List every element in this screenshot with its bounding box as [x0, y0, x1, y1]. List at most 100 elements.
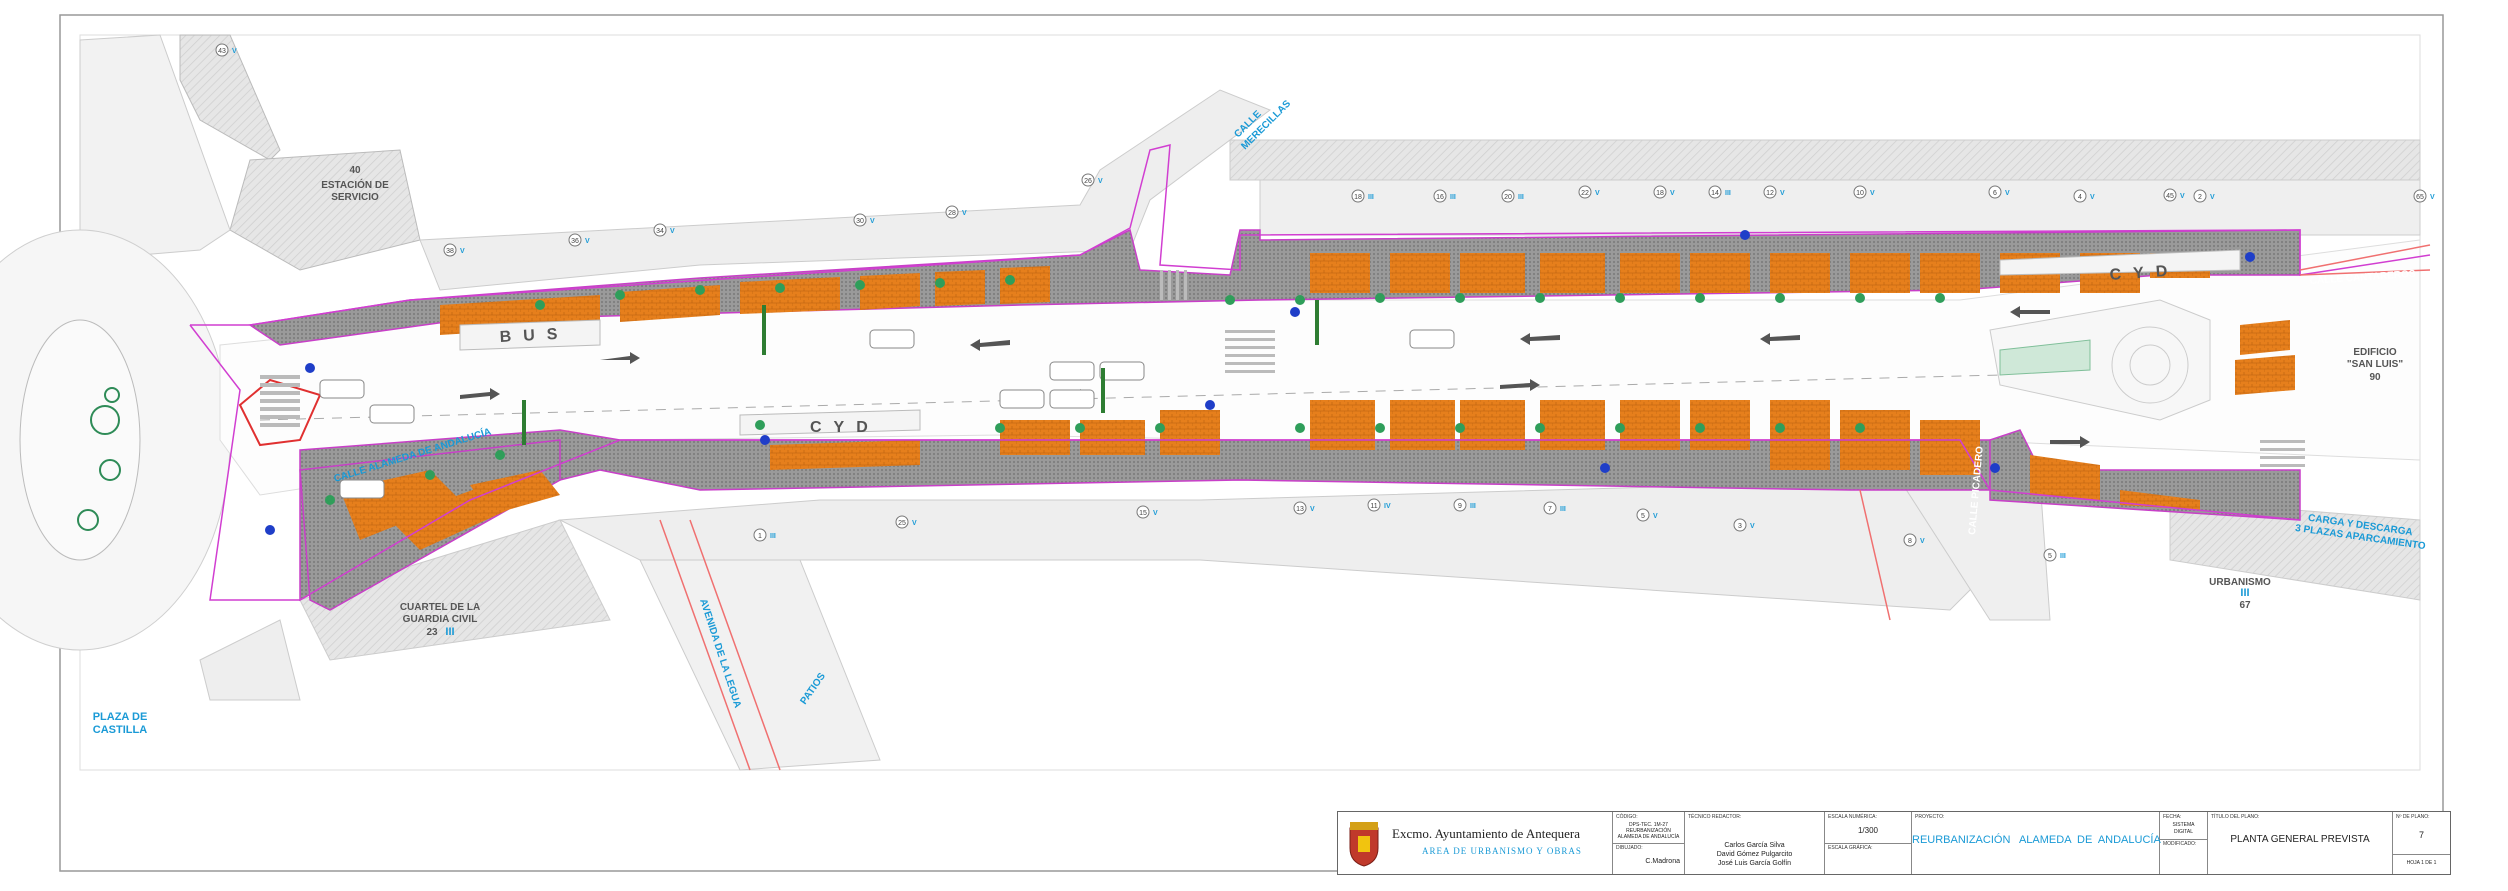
title-block: Excmo. Ayuntamiento de Antequera AREA DE…	[1337, 811, 2451, 875]
cuartel-label-2: GUARDIA CIVIL	[403, 614, 478, 625]
tag-number: 38	[446, 248, 454, 255]
tecnico-2: David Gómez Pulgarcito	[1716, 851, 1793, 858]
tag-floors: V	[1653, 513, 1658, 520]
tag-number: 7	[1548, 506, 1552, 513]
cyd-lane-mid: CYD	[810, 419, 880, 436]
urbanismo-floors: III	[2240, 587, 2249, 599]
escala-cell: ESCALA NUMÉRICA: 1/300 ESCALA GRÁFICA:	[1825, 812, 1912, 874]
tag-floors: V	[1310, 506, 1315, 513]
tag-number: 45	[2166, 193, 2174, 200]
estacion-num: 40	[349, 165, 361, 176]
edificio-label-1: EDIFICIO	[2353, 347, 2397, 358]
tecnico-3: José Luis García Golfín	[1717, 860, 1792, 867]
titulo-cell: TÍTULO DEL PLANO: PLANTA GENERAL PREVIST…	[2208, 812, 2393, 874]
escala-num-value: 1/300	[1857, 826, 1879, 835]
tag-floors: V	[1750, 523, 1755, 530]
proyecto-cell: PROYECTO: REURBANIZACIÓN ALAMEDA DE ANDA…	[1912, 812, 2161, 874]
tag-number: 26	[1084, 178, 1092, 185]
plaza-label-2: CASTILLA	[93, 724, 147, 736]
estacion-label-2: SERVICIO	[331, 192, 379, 203]
tag-number: 28	[948, 210, 956, 217]
modificado-header: MODIFICADO:	[2163, 841, 2197, 847]
tag-number: 14	[1711, 190, 1719, 197]
tag-number: 16	[1436, 194, 1444, 201]
tecnico-cell: TÉCNICO REDACTOR: Carlos García Silva Da…	[1685, 812, 1825, 874]
tecnico-1: Carlos García Silva	[1724, 842, 1785, 849]
tag-number: 8	[1908, 538, 1912, 545]
cuartel-label-1: CUARTEL DE LA	[400, 602, 480, 613]
tag-floors: V	[2005, 190, 2010, 197]
tag-floors: III	[1560, 506, 1566, 513]
tag-number: 3	[1738, 523, 1742, 530]
tag-number: 5	[2048, 553, 2052, 560]
fecha-cell: FECHA: SISTEMA DIGITAL MODIFICADO:	[2160, 812, 2208, 874]
tag-number: 9	[1458, 503, 1462, 510]
tag-number: 5	[1641, 513, 1645, 520]
num-plano-header: Nº DE PLANO:	[2396, 814, 2430, 820]
tag-floors: III	[1725, 190, 1731, 197]
tag-floors: III	[2060, 553, 2066, 560]
cuartel-num: 23	[426, 627, 438, 638]
entity-name: Excmo. Ayuntamiento de Antequera	[1392, 826, 1580, 841]
tag-floors: III	[1470, 503, 1476, 510]
tag-number: 25	[898, 520, 906, 527]
tag-number: 6	[1993, 190, 1997, 197]
tag-floors: V	[232, 48, 237, 55]
estacion-label-1: ESTACIÓN DE	[321, 178, 389, 191]
coat-of-arms-icon	[1349, 822, 1379, 867]
tag-number: 4	[2078, 194, 2082, 201]
tag-number: 36	[571, 238, 579, 245]
tag-number: 65	[2416, 194, 2424, 201]
roundabout	[0, 229, 231, 651]
tag-number: 22	[1581, 190, 1589, 197]
tag-floors: V	[1870, 190, 1875, 197]
tag-floors: V	[912, 520, 917, 527]
cuartel-floors: III	[445, 626, 454, 638]
tag-number: 34	[656, 228, 664, 235]
urbanismo-num: 67	[2239, 600, 2251, 611]
edificio-num: 90	[2369, 372, 2381, 383]
hoja-value: HOJA 1 DE 1	[2406, 860, 2437, 866]
edificio-label-2: "SAN LUIS"	[2347, 359, 2403, 370]
tag-floors: V	[2180, 193, 2185, 200]
plaza-label-1: PLAZA DE	[93, 711, 148, 723]
fecha-header: FECHA:	[2163, 814, 2182, 820]
titulo-header: TÍTULO DEL PLANO:	[2211, 814, 2260, 820]
tag-number: 2	[2198, 194, 2202, 201]
escala-num-header: ESCALA NUMÉRICA:	[1828, 814, 1877, 820]
map-sheet: 40 ESTACIÓN DE SERVICIO CUARTEL DE LA GU…	[0, 0, 2508, 886]
tag-floors: V	[1098, 178, 1103, 185]
tag-floors: V	[1153, 510, 1158, 517]
tag-floors: V	[1670, 190, 1675, 197]
codigo-cell: CÓDIGO: DPS-TEC. 1M-27 REURBANIZACIÓN AL…	[1613, 812, 1685, 874]
fecha-value-1: SISTEMA	[2172, 822, 2195, 828]
tag-floors: III	[1368, 194, 1374, 201]
tag-floors: V	[2210, 194, 2215, 201]
tag-floors: V	[1595, 190, 1600, 197]
tag-floors: III	[770, 533, 776, 540]
entity-area: AREA DE URBANISMO Y OBRAS	[1422, 846, 1582, 856]
tag-floors: V	[1920, 538, 1925, 545]
titulo-value: PLANTA GENERAL PREVISTA	[2230, 834, 2370, 845]
tag-floors: V	[670, 228, 675, 235]
tag-floors: IV	[1384, 503, 1391, 510]
tag-number: 18	[1656, 190, 1664, 197]
tag-floors: V	[1780, 190, 1785, 197]
tag-floors: V	[460, 248, 465, 255]
proyecto-value: REURBANIZACIÓN ALAMEDA DE ANDALUCÍA	[1912, 834, 2161, 846]
tag-number: 18	[1354, 194, 1362, 201]
proyecto-header: PROYECTO:	[1915, 814, 1945, 820]
tag-floors: V	[2430, 194, 2435, 201]
codigo-header: CÓDIGO:	[1616, 814, 1638, 820]
fecha-value-2: DIGITAL	[2173, 829, 2194, 835]
tag-number: 20	[1504, 194, 1512, 201]
tag-floors: III	[1518, 194, 1524, 201]
tag-number: 10	[1856, 190, 1864, 197]
tag-number: 12	[1766, 190, 1774, 197]
tag-number: 13	[1296, 506, 1304, 513]
dibujado-header: DIBUJADO:	[1616, 845, 1643, 851]
tag-number: 1	[758, 533, 762, 540]
tag-floors: V	[2090, 194, 2095, 201]
site-plan-drawing: 40 ESTACIÓN DE SERVICIO CUARTEL DE LA GU…	[0, 14, 2444, 872]
tag-number: 43	[218, 48, 226, 55]
